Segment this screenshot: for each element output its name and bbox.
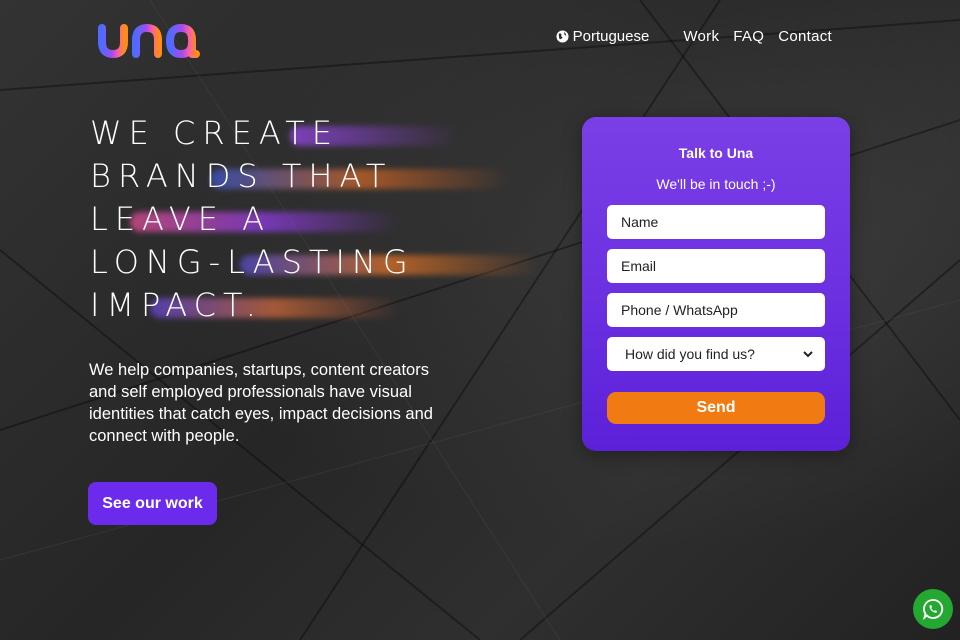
hero-title-line: WE CREATE [90,112,460,155]
email-field[interactable] [607,249,825,283]
nav-link-work[interactable]: Work [683,28,719,45]
whatsapp-button[interactable] [913,589,953,629]
una-logo[interactable] [96,14,202,62]
chevron-down-icon [803,351,813,358]
hero-title-line: IMPACT. [90,284,415,327]
form-subtitle: We'll be in touch ;-) [656,176,776,192]
nav-link-faq[interactable]: FAQ [733,28,764,45]
source-select[interactable]: How did you find us? [607,337,825,371]
contact-form-card: Talk to Una We'll be in touch ;-) How di… [582,117,850,451]
globe-icon [556,30,569,43]
form-title: Talk to Una [678,145,754,161]
hero-title-line: BRANDS THAT [90,155,510,198]
name-field[interactable] [607,205,825,239]
hero-description: We help companies, startups, content cre… [89,361,433,445]
whatsapp-icon [922,599,944,620]
phone-field[interactable] [607,293,825,327]
hero-title-line: LONG-LASTING [90,241,540,284]
language-switcher[interactable]: Portuguese [556,28,650,45]
source-select-value: How did you find us? [625,346,755,362]
send-button[interactable]: Send [607,392,825,424]
hero-title-line: LEAVE A [90,198,415,241]
see-our-work-button[interactable]: See our work [88,482,217,525]
hero-title: WE CREATE BRANDS THAT LEAVE A LONG-LASTI… [90,112,540,327]
language-label: Portuguese [572,28,650,45]
main-nav: Portuguese Work FAQ Contact [556,28,832,45]
nav-link-contact[interactable]: Contact [778,28,832,45]
